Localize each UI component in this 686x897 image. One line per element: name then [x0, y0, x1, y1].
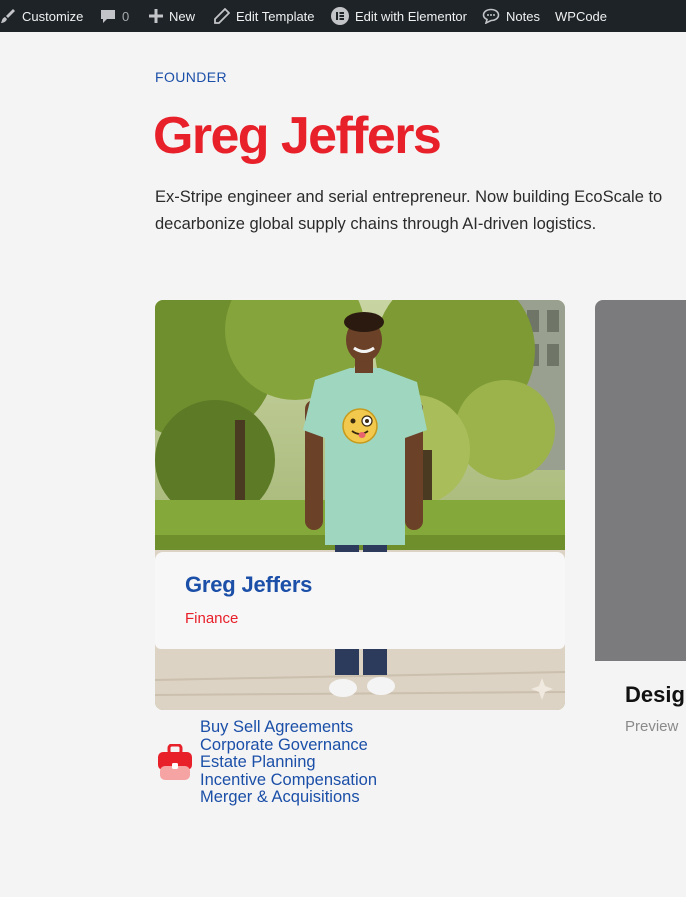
edit-elementor-label: Edit with Elementor: [355, 8, 467, 24]
expertise-item[interactable]: Corporate Governance: [200, 736, 377, 755]
expertise-item[interactable]: Buy Sell Agreements: [200, 718, 377, 737]
wpcode-link[interactable]: WPCode: [555, 0, 607, 32]
founder-description: Ex-Stripe engineer and serial entreprene…: [155, 188, 663, 233]
second-card-subtitle: Preview: [625, 718, 679, 735]
new-link[interactable]: New: [149, 0, 195, 32]
second-card-title[interactable]: Desig: [625, 682, 685, 708]
comment-icon: [100, 8, 116, 24]
expertise-item[interactable]: Merger & Acquisitions: [200, 788, 377, 807]
card-name[interactable]: Greg Jeffers: [185, 572, 312, 598]
edit-elementor-link[interactable]: Edit with Elementor: [331, 0, 467, 32]
notes-label: Notes: [506, 8, 540, 24]
new-label: New: [169, 8, 196, 24]
expertise-item[interactable]: Estate Planning: [200, 753, 377, 772]
founder-eyebrow: FOUNDER: [155, 69, 228, 85]
paintbrush-icon: [0, 8, 16, 24]
briefcase-icon: [157, 743, 193, 787]
edit-template-link[interactable]: Edit Template: [214, 0, 315, 32]
pencil-icon: [214, 8, 230, 24]
customize-label: Customize: [22, 8, 84, 24]
second-card-image[interactable]: [595, 300, 686, 661]
expertise-item[interactable]: Incentive Compensation: [200, 771, 377, 790]
edit-template-label: Edit Template: [236, 8, 315, 24]
speech-bubble-icon: [482, 8, 500, 24]
customize-link[interactable]: Customize: [0, 0, 83, 32]
comments-count: 0: [122, 8, 130, 24]
comments-link[interactable]: 0: [100, 0, 129, 32]
notes-link[interactable]: Notes: [482, 0, 540, 32]
page-title: Greg Jeffers: [153, 107, 442, 165]
admin-bar: Customize 0 New Edit Template Edit with …: [0, 0, 686, 32]
card-role: Finance: [185, 610, 239, 627]
plus-icon: [149, 9, 163, 23]
wpcode-label: WPCode: [555, 8, 608, 24]
elementor-icon: [331, 7, 349, 25]
expertise-list: Buy Sell Agreements Corporate Governance…: [200, 718, 377, 807]
card-info-panel: Greg Jeffers Finance: [155, 552, 565, 649]
